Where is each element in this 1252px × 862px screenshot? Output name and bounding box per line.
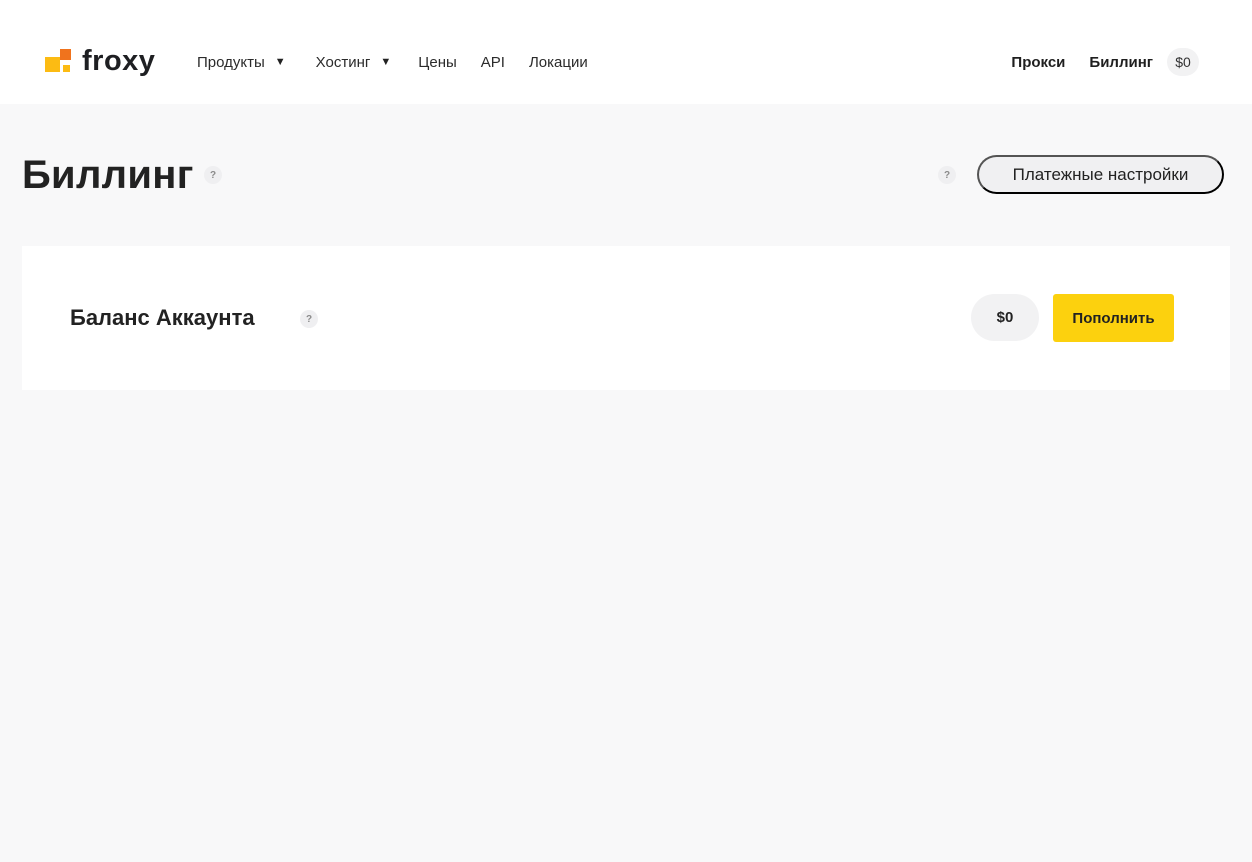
- question-mark-icon[interactable]: ?: [938, 166, 956, 184]
- logo-text: froxy: [82, 44, 156, 77]
- balance-card-title: Баланс Аккаунта: [70, 305, 255, 330]
- nav-item-products[interactable]: Продукты ▼: [197, 54, 286, 71]
- caret-down-icon: ▼: [274, 56, 286, 68]
- nav-item-label: API: [480, 53, 505, 71]
- nav-item-label: Хостинг: [315, 53, 371, 71]
- header-balance-badge[interactable]: $0: [1167, 48, 1199, 76]
- nav-item-hosting[interactable]: Хостинг ▼: [316, 54, 392, 71]
- nav-item-label: Продукты: [197, 53, 265, 71]
- froxy-logo[interactable]: froxy: [45, 44, 155, 78]
- page-title: Биллинг: [22, 153, 194, 197]
- nav-item-prices[interactable]: Цены: [418, 54, 457, 71]
- nav-item-label: Цены: [418, 53, 457, 71]
- billing-link[interactable]: Биллинг: [1089, 54, 1153, 71]
- froxy-logo-icon: [45, 47, 73, 75]
- top-header: froxy Продукты ▼ Хостинг ▼ Цены API Лока…: [0, 0, 1252, 104]
- main-nav: Продукты ▼ Хостинг ▼ Цены API Локации: [197, 50, 588, 74]
- nav-item-api[interactable]: API: [481, 54, 505, 71]
- caret-down-icon: ▼: [380, 56, 392, 68]
- account-balance-value: $0: [971, 294, 1039, 341]
- header-right: Прокси Биллинг $0: [1011, 48, 1199, 76]
- nav-item-locations[interactable]: Локации: [529, 54, 588, 71]
- question-mark-icon[interactable]: ?: [204, 166, 222, 184]
- payment-settings-button[interactable]: Платежные настройки: [977, 155, 1224, 194]
- proxy-link[interactable]: Прокси: [1011, 54, 1065, 71]
- question-mark-icon[interactable]: ?: [300, 310, 318, 328]
- nav-item-label: Локации: [528, 53, 588, 71]
- balance-card: Баланс Аккаунта ? $0 Пополнить: [22, 246, 1230, 390]
- topup-button[interactable]: Пополнить: [1053, 294, 1174, 342]
